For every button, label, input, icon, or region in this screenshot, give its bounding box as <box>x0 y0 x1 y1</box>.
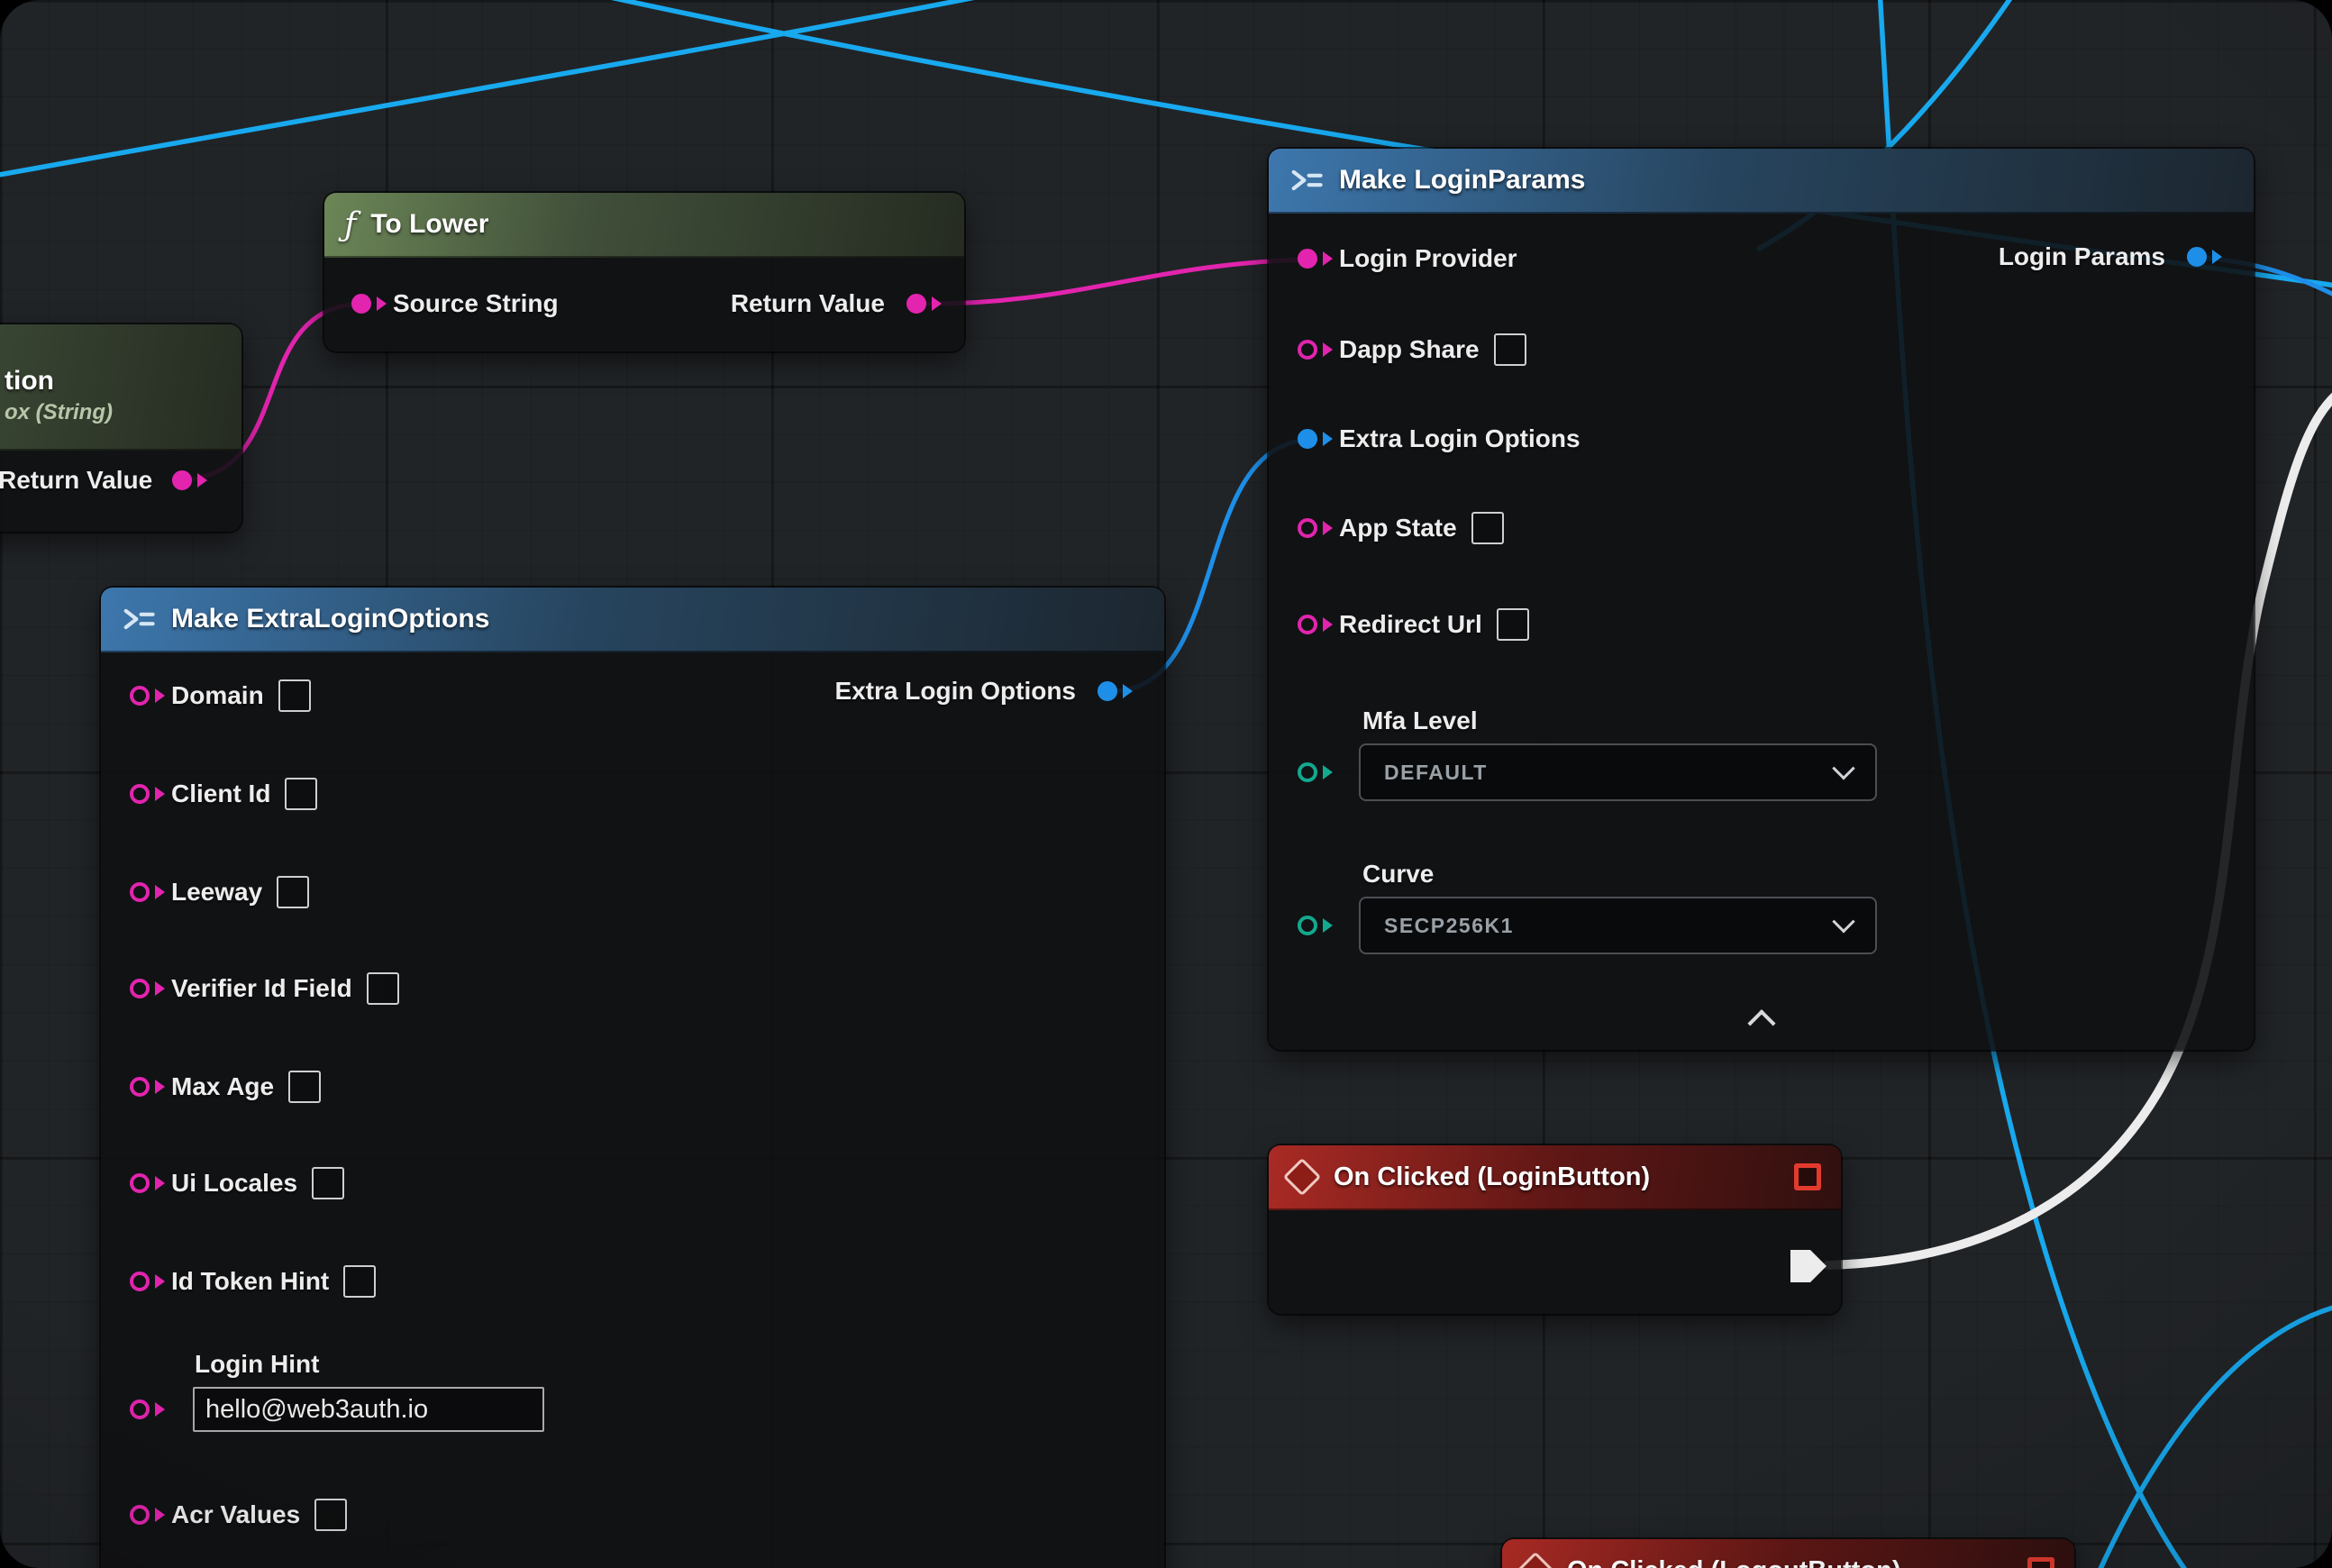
app-state-input-pin[interactable] <box>1298 518 1317 538</box>
redirect-url-input-pin[interactable] <box>1298 615 1317 634</box>
node-title: On Clicked (LogoutButton) <box>1567 1556 1901 1568</box>
id-token-hint-label: Id Token Hint <box>171 1267 329 1296</box>
node-on-clicked-login-header[interactable]: On Clicked (LoginButton) <box>1269 1145 1841 1210</box>
domain-checkbox[interactable] <box>278 679 311 712</box>
function-icon: ƒ <box>344 206 356 243</box>
ui-locales-checkbox[interactable] <box>312 1167 344 1199</box>
node-make-login-params[interactable]: Make LoginParams Login Params Login Prov… <box>1269 149 2254 1050</box>
node-make-extra-login-options-header[interactable]: Make ExtraLoginOptions <box>101 588 1164 652</box>
node-on-clicked-logout-header[interactable]: On Clicked (LogoutButton) <box>1502 1539 2074 1568</box>
client-id-checkbox[interactable] <box>285 778 317 810</box>
delegate-output-pin[interactable] <box>2027 1557 2054 1568</box>
curve-label: Curve <box>1362 859 1877 889</box>
return-value-output-pin[interactable] <box>172 470 192 490</box>
login-hint-input-pin[interactable] <box>130 1399 150 1419</box>
max-age-input-pin[interactable] <box>130 1077 150 1097</box>
id-token-hint-checkbox[interactable] <box>343 1265 376 1298</box>
verifier-id-field-checkbox[interactable] <box>367 972 399 1005</box>
chevron-down-icon <box>1832 757 1854 779</box>
curve-value: SECP256K1 <box>1384 914 1836 938</box>
node-on-clicked-logout-button[interactable]: On Clicked (LogoutButton) <box>1502 1539 2074 1568</box>
acr-values-label: Acr Values <box>171 1500 300 1529</box>
max-age-checkbox[interactable] <box>288 1071 321 1103</box>
dapp-share-label: Dapp Share <box>1339 335 1480 364</box>
wire-cyan-bottom-right[interactable] <box>2096 1305 2332 1568</box>
ui-locales-label: Ui Locales <box>171 1169 297 1198</box>
chevron-up-icon <box>1747 1009 1775 1037</box>
extra-login-options-label: Extra Login Options <box>1339 424 1580 453</box>
return-value-label: Return Value <box>731 289 885 318</box>
mfa-level-dropdown[interactable]: DEFAULT <box>1359 743 1877 801</box>
dapp-share-checkbox[interactable] <box>1494 333 1526 366</box>
extra-login-options-input-pin[interactable] <box>1298 429 1317 449</box>
leeway-checkbox[interactable] <box>277 876 309 908</box>
node-title: On Clicked (LoginButton) <box>1334 1162 1650 1192</box>
mfa-level-input-pin[interactable] <box>1298 762 1317 782</box>
login-provider-input-pin[interactable] <box>1298 249 1317 269</box>
node-to-lower[interactable]: ƒ To Lower Source String Return Value <box>324 193 964 351</box>
curve-input-pin[interactable] <box>1298 916 1317 935</box>
mfa-level-value: DEFAULT <box>1384 761 1836 785</box>
login-provider-label: Login Provider <box>1339 244 1517 273</box>
app-state-checkbox[interactable] <box>1471 512 1504 544</box>
node-make-login-params-header[interactable]: Make LoginParams <box>1269 149 2254 214</box>
node-title: Make ExtraLoginOptions <box>171 604 489 634</box>
verifier-id-field-input-pin[interactable] <box>130 979 150 998</box>
domain-input-pin[interactable] <box>130 686 150 706</box>
login-hint-input[interactable] <box>193 1387 544 1432</box>
client-id-input-pin[interactable] <box>130 784 150 804</box>
node-partial-header[interactable]: tion ox (String) <box>0 324 241 451</box>
node-partial-function[interactable]: tion ox (String) Return Value <box>0 324 241 532</box>
login-hint-label: Login Hint <box>195 1349 1139 1380</box>
delegate-output-pin[interactable] <box>1794 1163 1821 1190</box>
leeway-input-pin[interactable] <box>130 882 150 902</box>
dapp-share-input-pin[interactable] <box>1298 340 1317 360</box>
node-title: tion <box>5 363 54 399</box>
make-struct-icon <box>121 607 157 631</box>
ui-locales-input-pin[interactable] <box>130 1173 150 1193</box>
wire-string-tolower-to-loginprovider[interactable] <box>915 260 1308 304</box>
acr-values-input-pin[interactable] <box>130 1505 150 1525</box>
curve-group: Curve SECP256K1 <box>1298 859 1877 954</box>
event-icon <box>1517 1552 1554 1568</box>
verifier-id-field-label: Verifier Id Field <box>171 974 352 1003</box>
redirect-url-label: Redirect Url <box>1339 610 1482 639</box>
max-age-label: Max Age <box>171 1072 274 1101</box>
node-subtitle: ox (String) <box>5 399 113 426</box>
source-string-label: Source String <box>393 289 559 318</box>
curve-dropdown[interactable]: SECP256K1 <box>1359 897 1877 954</box>
mfa-level-group: Mfa Level DEFAULT <box>1298 706 1877 801</box>
chevron-down-icon <box>1832 910 1854 933</box>
mfa-level-label: Mfa Level <box>1362 706 1877 736</box>
collapse-node-button[interactable] <box>1735 1000 1789 1036</box>
event-icon <box>1283 1158 1321 1196</box>
node-on-clicked-login-button[interactable]: On Clicked (LoginButton) <box>1269 1145 1841 1314</box>
return-value-label: Return Value <box>0 466 152 495</box>
app-state-label: App State <box>1339 514 1457 542</box>
node-title: To Lower <box>370 209 488 240</box>
node-title: Make LoginParams <box>1339 165 1585 196</box>
return-value-output-pin[interactable] <box>906 294 926 314</box>
redirect-url-checkbox[interactable] <box>1497 608 1529 641</box>
domain-label: Domain <box>171 681 264 710</box>
make-struct-icon <box>1289 169 1325 192</box>
acr-values-checkbox[interactable] <box>314 1499 347 1531</box>
login-hint-group: Login Hint <box>130 1349 1139 1432</box>
source-string-input-pin[interactable] <box>351 294 371 314</box>
wire-cyan-top-left[interactable] <box>0 0 1016 177</box>
leeway-label: Leeway <box>171 878 262 907</box>
id-token-hint-input-pin[interactable] <box>130 1272 150 1291</box>
node-to-lower-header[interactable]: ƒ To Lower <box>324 193 964 258</box>
exec-output-pin[interactable] <box>1790 1250 1826 1282</box>
client-id-label: Client Id <box>171 779 270 808</box>
node-make-extra-login-options[interactable]: Make ExtraLoginOptions Extra Login Optio… <box>101 588 1164 1568</box>
blueprint-graph-canvas[interactable]: ƒ To Lower Source String Return Value ti… <box>0 0 2332 1568</box>
